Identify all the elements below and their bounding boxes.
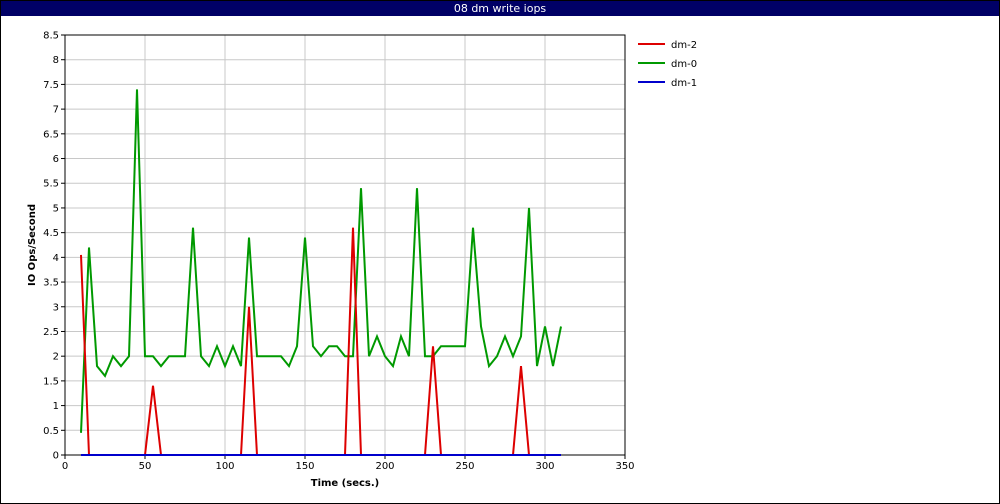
y-tick-label: 1: [53, 401, 59, 412]
x-tick-label: 50: [139, 461, 152, 472]
y-tick-label: 0: [53, 451, 59, 462]
y-tick-label: 6.5: [43, 129, 59, 140]
y-tick-label: 6: [53, 154, 59, 165]
y-tick-label: 4: [53, 253, 59, 264]
x-tick-label: 250: [455, 461, 474, 472]
legend-label-dm-1: dm-1: [671, 78, 697, 89]
x-axis-label: Time (secs.): [311, 478, 380, 489]
legend-label-dm-2: dm-2: [671, 40, 697, 51]
x-tick-label: 200: [375, 461, 394, 472]
legend-label-dm-0: dm-0: [671, 59, 697, 70]
plot-area: [64, 34, 626, 456]
y-tick-label: 3: [53, 302, 59, 313]
x-tick-label: 150: [295, 461, 314, 472]
y-tick-label: 1.5: [43, 376, 59, 387]
y-axis-label: IO Ops/Second: [27, 204, 38, 286]
y-tick-label: 2.5: [43, 327, 59, 338]
x-tick-label: 100: [215, 461, 234, 472]
chart-canvas: 0 50 100 150 200 250 300 350 0 0.5 1 1.5 2 2.5 3 3.5 4 4.…: [27, 31, 697, 490]
x-tick-label: 300: [535, 461, 554, 472]
y-tick-label: 7.5: [43, 80, 59, 91]
y-tick-label: 5: [53, 203, 59, 214]
y-tick-label: 3.5: [43, 278, 59, 289]
y-tick-label: 7: [53, 105, 59, 116]
y-tick-label: 5.5: [43, 179, 59, 190]
y-tick-label: 4.5: [43, 228, 59, 239]
x-tick-label: 350: [615, 461, 634, 472]
y-tick-label: 8: [53, 55, 59, 66]
legend: dm-2 dm-0 dm-1: [638, 40, 697, 89]
y-tick-label: 8.5: [43, 31, 59, 42]
series-line-dm-2: [80, 227, 561, 456]
y-tick-label: 2: [53, 352, 59, 363]
x-tick-label: 0: [62, 461, 68, 472]
y-tick-label: 0.5: [43, 426, 59, 437]
grid-lines: [64, 34, 626, 456]
series-lines: [80, 89, 562, 456]
